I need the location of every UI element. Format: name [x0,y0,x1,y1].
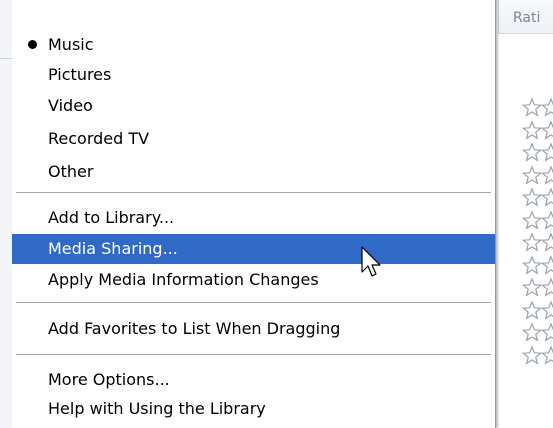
menu-item-label: Pictures [48,65,112,84]
menu-item-help-library[interactable]: Help with Using the Library [12,394,495,424]
empty-star-icon [540,187,553,207]
rating-column-header-label: Rati [513,10,541,26]
menu-item-media-sharing[interactable]: Media Sharing... [12,234,495,264]
empty-star-icon [540,344,553,365]
empty-star-icon [522,277,543,297]
menu-item-more-options[interactable]: More Options... [12,365,495,395]
menu-item-label: Video [48,96,93,115]
rating-column-header[interactable]: Rati [498,0,553,34]
empty-star-icon [522,142,543,162]
empty-star-icon [522,209,543,230]
empty-star-icon [522,299,543,320]
window-left-strip [0,0,12,428]
radio-bullet-icon [28,40,37,49]
rating-stars[interactable] [522,209,553,231]
left-strip-divider [0,58,12,59]
library-list-pane: Rati [498,0,553,428]
empty-star-icon [540,277,553,297]
rating-stars[interactable] [522,321,553,343]
menu-item-label: Add to Library... [48,208,175,227]
empty-star-icon [522,97,543,117]
library-options-menu: Music Pictures Video Recorded TV Other A… [12,0,496,428]
rating-stars[interactable] [522,119,553,141]
rating-stars[interactable] [522,231,553,253]
menu-item-label: More Options... [48,370,170,389]
menu-item-label: Other [48,162,94,181]
menu-item-video[interactable]: Video [12,91,495,121]
rating-stars[interactable] [522,254,553,276]
empty-star-icon [522,119,543,140]
menu-item-pictures[interactable]: Pictures [12,60,495,90]
menu-item-add-favorites-when-dragging[interactable]: Add Favorites to List When Dragging [12,314,495,344]
menu-item-label: Recorded TV [48,129,150,148]
empty-star-icon [522,232,543,252]
rating-stars[interactable] [522,276,553,298]
empty-star-icon [540,119,553,140]
empty-star-icon [522,187,543,207]
empty-star-icon [540,164,553,185]
menu-item-label: Apply Media Information Changes [48,270,319,289]
empty-star-icon [522,322,543,342]
empty-star-icon [540,209,553,230]
menu-separator [16,192,491,193]
menu-item-add-to-library[interactable]: Add to Library... [12,203,495,233]
rating-stars[interactable] [522,186,553,208]
menu-item-music[interactable]: Music [12,30,495,60]
rating-stars[interactable] [522,344,553,366]
empty-star-icon [540,299,553,320]
empty-star-icon [540,232,553,252]
menu-item-recorded-tv[interactable]: Recorded TV [12,124,495,154]
empty-star-icon [522,344,543,365]
empty-star-icon [540,254,553,275]
rating-stars[interactable] [522,141,553,163]
rating-stars[interactable] [522,96,553,118]
mouse-pointer-icon [361,246,381,277]
menu-separator [16,302,491,303]
rating-stars[interactable] [522,299,553,321]
menu-item-apply-media-information-changes[interactable]: Apply Media Information Changes [12,265,495,295]
rating-stars[interactable] [522,164,553,186]
menu-item-label: Add Favorites to List When Dragging [48,319,341,338]
menu-separator [16,354,491,355]
menu-item-label: Music [48,35,94,54]
menu-item-label: Media Sharing... [48,239,178,258]
empty-star-icon [522,164,543,185]
empty-star-icon [540,142,553,162]
empty-star-icon [540,322,553,342]
empty-star-icon [522,254,543,275]
menu-item-other[interactable]: Other [12,157,495,187]
menu-item-label: Help with Using the Library [48,399,266,418]
empty-star-icon [540,97,553,117]
